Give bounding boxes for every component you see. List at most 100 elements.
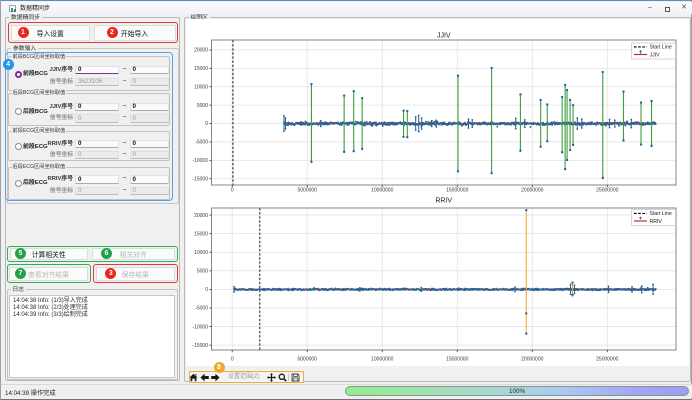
param-group-3-row2-label: 信号坐标: [33, 187, 73, 196]
app-icon: [9, 5, 16, 12]
zoom-icon[interactable]: [278, 373, 287, 382]
log-line: 14:04:38 Info: (2/3)处理完成: [13, 305, 174, 312]
save-result-button-label: 保存结果: [122, 269, 149, 279]
param-group-2-row2-label: 信号坐标: [33, 151, 73, 160]
forward-icon[interactable]: [211, 373, 220, 382]
import-button-1[interactable]: 开始导入: [94, 25, 176, 41]
pan-icon[interactable]: [267, 373, 276, 382]
svg-text:10000: 10000: [194, 84, 208, 90]
save-icon[interactable]: [291, 373, 300, 382]
svg-text:20000000: 20000000: [521, 357, 543, 363]
param-group-1-title: 后段BCG区间坐标取值: [12, 90, 67, 97]
window-title: 数据精同步: [20, 4, 50, 14]
svg-text:-10000: -10000: [192, 324, 208, 330]
import-button-1-label: 开始导入: [121, 28, 148, 38]
param-group-3-row1-input2[interactable]: 0: [130, 175, 169, 184]
param-group-0-radio[interactable]: [15, 71, 22, 78]
svg-text:5000: 5000: [197, 103, 208, 109]
svg-text:-5000: -5000: [195, 306, 208, 312]
svg-text:5000000: 5000000: [297, 188, 317, 194]
home-icon[interactable]: [189, 373, 198, 382]
svg-text:15000000: 15000000: [446, 357, 468, 363]
param-group-0-title: 前段BCG区间坐标取值: [12, 54, 67, 61]
param-group-3-row1-input1[interactable]: 0: [75, 175, 119, 184]
close-button[interactable]: ✕: [677, 2, 691, 14]
param-group-0-row2-input2[interactable]: 0: [130, 78, 169, 87]
svg-text:-5000: -5000: [195, 140, 208, 146]
svg-text:10000: 10000: [194, 250, 208, 256]
param-group-0-row2-input1[interactable]: 3623106: [75, 78, 119, 87]
param-group-0-row2-tilde: ~: [121, 77, 128, 87]
param-group-2-row2-tilde: ~: [121, 150, 128, 160]
svg-text:15000: 15000: [194, 66, 208, 72]
param-group-0-row1-input2[interactable]: 0: [130, 66, 169, 75]
param-group-2-row1-label: RRIV序号: [33, 140, 73, 149]
svg-text:JJIV: JJIV: [650, 52, 661, 58]
param-group-2-row2-input1[interactable]: 0: [75, 151, 119, 160]
svg-text:-15000: -15000: [192, 343, 208, 349]
svg-text:Start Line: Start Line: [650, 45, 672, 51]
param-group-1-row2-input1[interactable]: 0: [75, 114, 119, 123]
status-text: 14:04:39 操作完成: [5, 388, 56, 397]
param-group-2-row2-input2[interactable]: 0: [130, 151, 169, 160]
svg-text:Start Line: Start Line: [650, 211, 672, 217]
svg-text:15000: 15000: [194, 231, 208, 237]
param-group-1-row1-label: JJIV序号: [33, 103, 73, 112]
view-result-button-label: 查看对齐结果: [28, 269, 69, 279]
statusbar: 14:04:39 操作完成 100%: [1, 384, 692, 398]
svg-text:25000000: 25000000: [596, 188, 618, 194]
param-group-3-row1-tilde: ~: [121, 174, 128, 184]
param-group-1-radio[interactable]: [15, 108, 22, 115]
toolbar-separator: [288, 373, 289, 381]
step-badge-2: 2: [107, 27, 118, 38]
svg-text:15000000: 15000000: [446, 188, 468, 194]
svg-text:20000: 20000: [194, 213, 208, 219]
param-group-0-row1-tilde: ~: [121, 65, 128, 75]
minimize-button[interactable]: –: [643, 2, 657, 14]
param-group-0-row1-label: JJIV序号: [33, 66, 73, 75]
svg-text:0: 0: [205, 287, 208, 293]
svg-text:-15000: -15000: [192, 176, 208, 182]
calc-corr-button-label: 计算相关性: [32, 249, 66, 259]
param-group-1-row2-label: 信号坐标: [33, 114, 73, 123]
step-badge-action-1: 6: [101, 248, 112, 259]
param-group-1-row1-input1[interactable]: 0: [75, 103, 119, 112]
param-group-3-radio[interactable]: [15, 180, 22, 187]
param-group-0-row1-input1[interactable]: 0: [75, 66, 119, 75]
svg-text:25000000: 25000000: [596, 357, 618, 363]
param-group-1-row2-tilde: ~: [121, 113, 128, 123]
param-group-0-row2-label: 信号坐标: [33, 78, 73, 87]
param-group-1-row1-tilde: ~: [121, 102, 128, 112]
step-badge-action-2: 7: [15, 268, 26, 279]
window-accent-line: [1, 0, 692, 1]
param-group-2-row1-tilde: ~: [121, 139, 128, 149]
svg-text:-10000: -10000: [192, 158, 208, 164]
param-group-2-radio[interactable]: [15, 143, 22, 150]
svg-text:RRIV: RRIV: [650, 219, 663, 225]
import-button-0-label: 导入设置: [37, 28, 64, 38]
param-group-1-row2-input2[interactable]: 0: [130, 114, 169, 123]
set-range-button[interactable]: 设置范围(Z): [228, 371, 260, 383]
svg-text:10000000: 10000000: [371, 357, 393, 363]
log-line: 14:04:39 Info: (3/3)绘制完成: [13, 312, 174, 319]
step-badge-action-0: 5: [15, 248, 26, 259]
maximize-button[interactable]: [665, 7, 670, 12]
back-icon[interactable]: [200, 373, 209, 382]
step-badge-4: 4: [3, 59, 14, 70]
svg-text:10000000: 10000000: [371, 188, 393, 194]
log-group-label: 日志: [11, 286, 27, 294]
log-textarea[interactable]: 14:04:38 Info: (1/3)导入完成 14:04:38 Info: …: [9, 295, 175, 378]
param-group-2-row1-input2[interactable]: 0: [130, 140, 169, 149]
param-group-2-row1-input1[interactable]: 0: [75, 140, 119, 149]
svg-text:JJIV: JJIV: [437, 33, 451, 40]
figure-canvas[interactable]: 0 5000000 10000000 15000000 20000000 25000000…: [186, 19, 689, 366]
param-group-1-row1-input2[interactable]: 0: [130, 103, 169, 112]
step-badge-1: 1: [18, 27, 29, 38]
param-group-3-title: 后段ECG区间坐标取值: [12, 164, 67, 171]
svg-text:0: 0: [231, 357, 234, 363]
log-line: 14:04:38 Info: (1/3)导入完成: [13, 298, 174, 305]
svg-text:0: 0: [205, 121, 208, 127]
param-group-3-row2-input1[interactable]: 0: [75, 187, 119, 196]
progress-label: 100%: [346, 388, 688, 395]
param-group-3-row2-input2[interactable]: 0: [130, 187, 169, 196]
